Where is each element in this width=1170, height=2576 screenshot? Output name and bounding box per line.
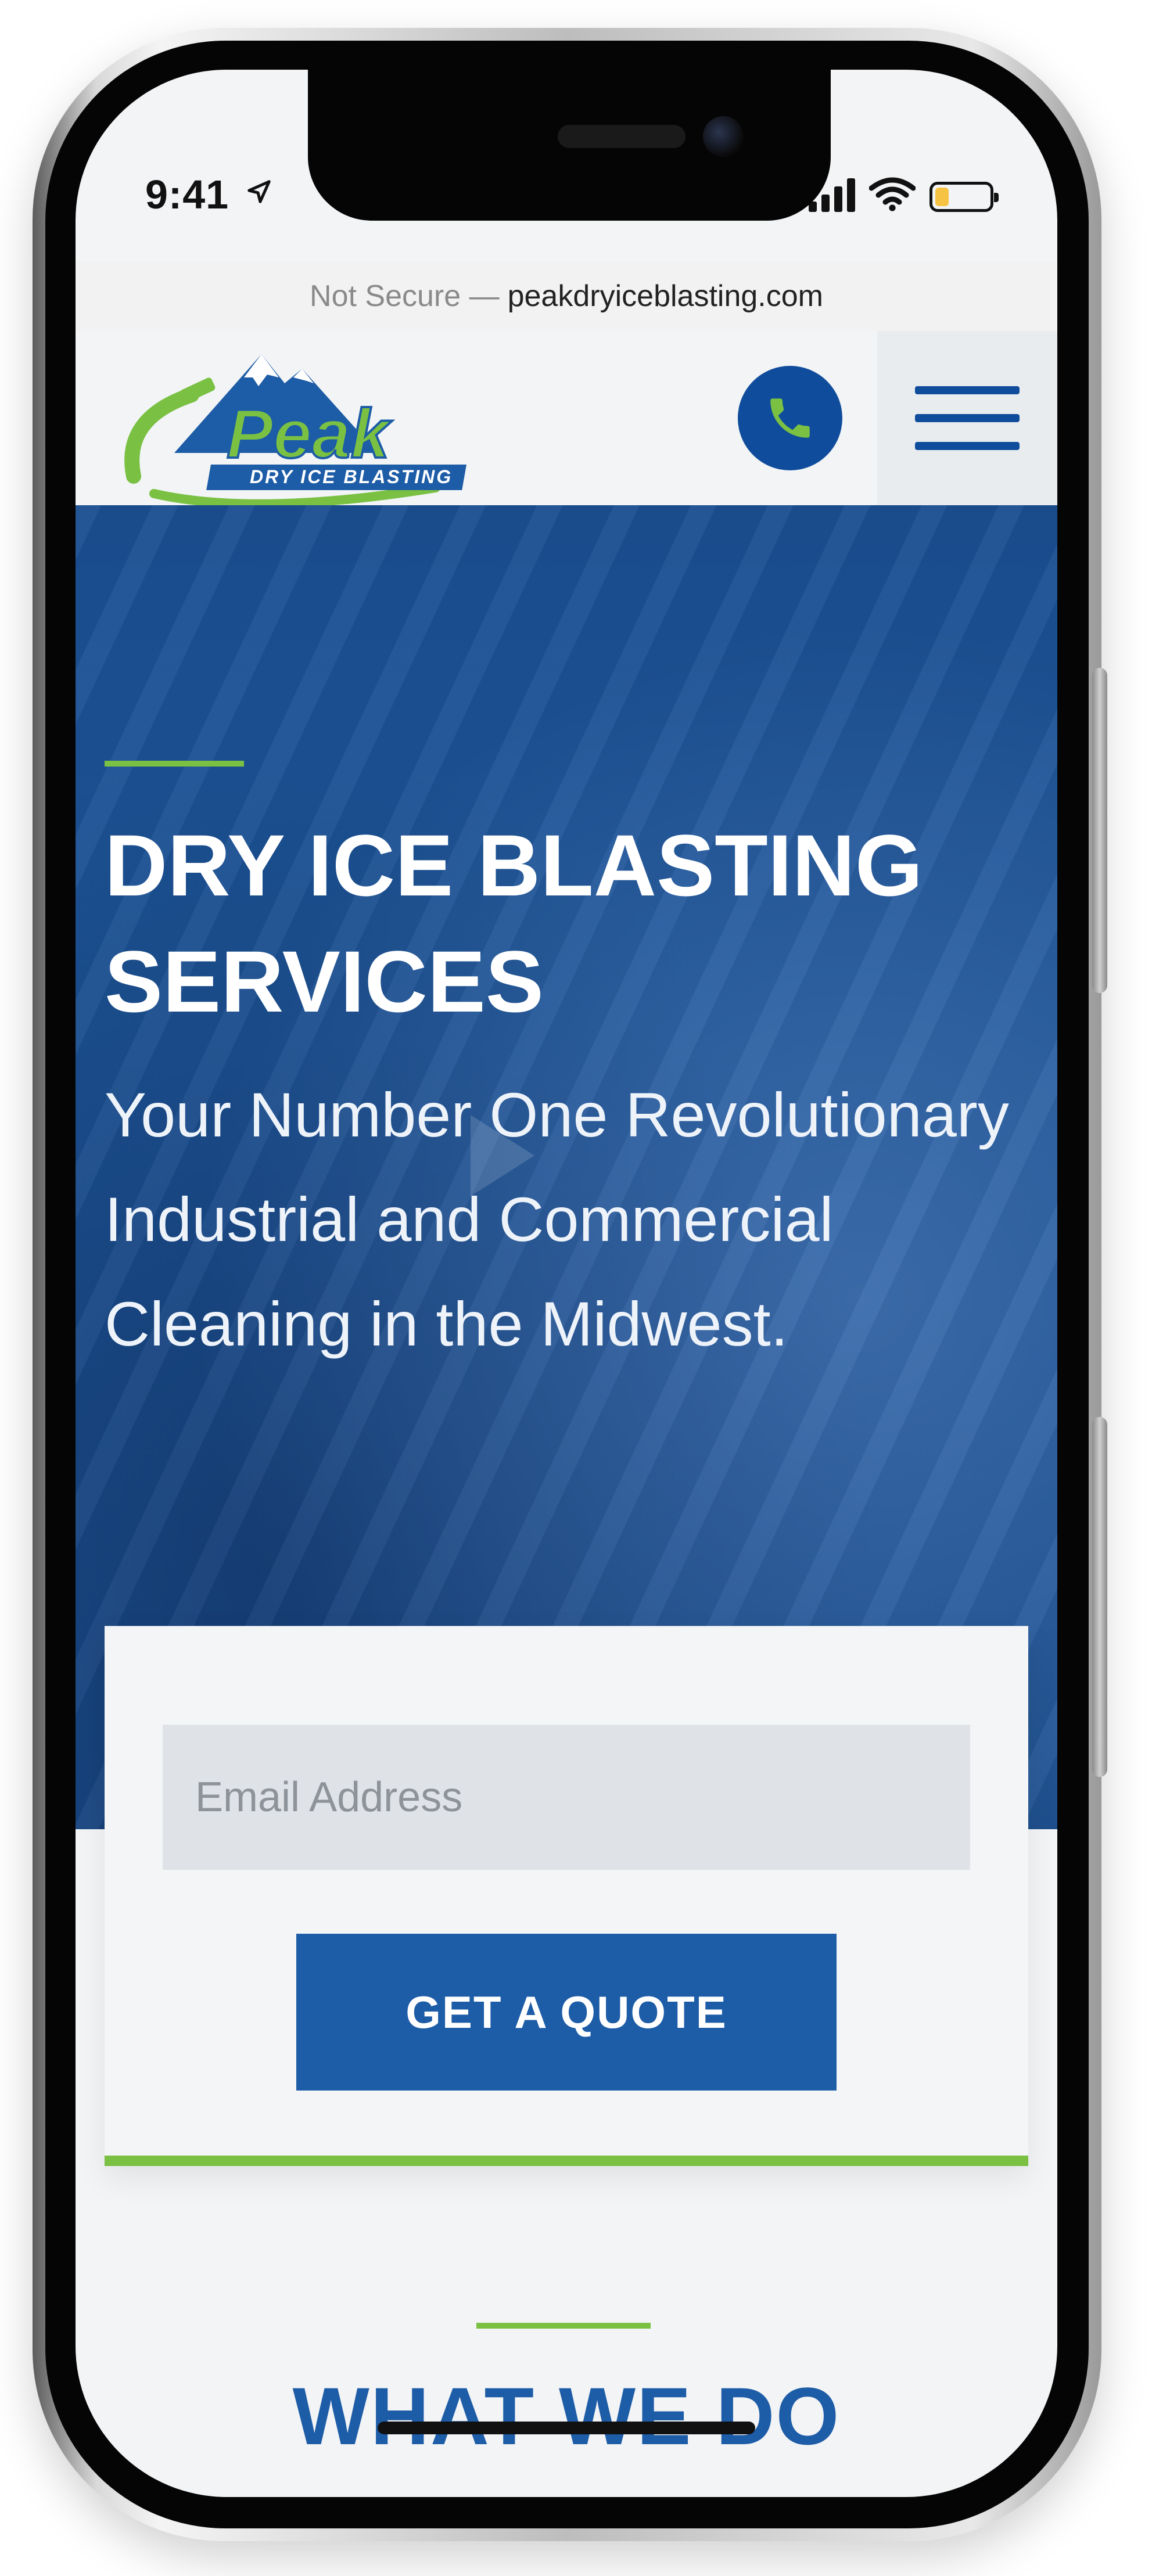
browser-address-bar[interactable]: Not Secure — peakdryiceblasting.com bbox=[76, 261, 1057, 333]
domain-text: peakdryiceblasting.com bbox=[507, 279, 823, 313]
volume-button bbox=[1092, 1417, 1107, 1777]
phone-icon bbox=[770, 398, 810, 438]
logo-wordmark: Peak bbox=[227, 395, 393, 473]
device-mockup: 9:41 Not Secure — peakdryiceblasting.com bbox=[0, 0, 1170, 2576]
what-we-do-heading: WHAT WE DO bbox=[292, 2370, 841, 2462]
logo-tagline: DRY ICE BLASTING bbox=[250, 466, 453, 487]
speaker bbox=[558, 125, 686, 148]
hamburger-menu-button[interactable] bbox=[877, 331, 1057, 505]
wifi-icon bbox=[869, 177, 916, 211]
status-time: 9:41 bbox=[145, 171, 272, 218]
hero-subtitle: Your Number One Revolutionary Industrial… bbox=[105, 1080, 1009, 1359]
side-button bbox=[1092, 668, 1107, 993]
quote-form-card: GET A QUOTE bbox=[105, 1626, 1028, 2166]
hamburger-menu-icon bbox=[915, 386, 1020, 394]
phone-screen: 9:41 Not Secure — peakdryiceblasting.com bbox=[76, 70, 1057, 2497]
security-label: Not Secure — bbox=[310, 279, 500, 313]
notch bbox=[308, 70, 831, 221]
battery-level bbox=[935, 188, 949, 206]
get-a-quote-button[interactable]: GET A QUOTE bbox=[296, 1934, 837, 2091]
hamburger-menu-icon-line bbox=[915, 442, 1020, 450]
hero-title: DRY ICE BLASTING SERVICES bbox=[105, 816, 923, 1030]
hero-accent-line bbox=[105, 761, 244, 767]
location-arrow-icon bbox=[247, 180, 271, 203]
battery-icon bbox=[929, 182, 999, 212]
status-time-text: 9:41 bbox=[145, 172, 229, 217]
call-button[interactable] bbox=[738, 366, 842, 470]
camera bbox=[703, 116, 744, 157]
peak-logo[interactable]: Peak DRY ICE BLASTING bbox=[110, 343, 505, 517]
home-indicator bbox=[378, 2422, 755, 2434]
hamburger-menu-icon-line bbox=[915, 414, 1020, 422]
site-header: Peak DRY ICE BLASTING bbox=[76, 331, 1057, 509]
email-input[interactable] bbox=[163, 1725, 970, 1870]
section-accent-line bbox=[476, 2323, 651, 2329]
status-icons bbox=[809, 171, 999, 212]
